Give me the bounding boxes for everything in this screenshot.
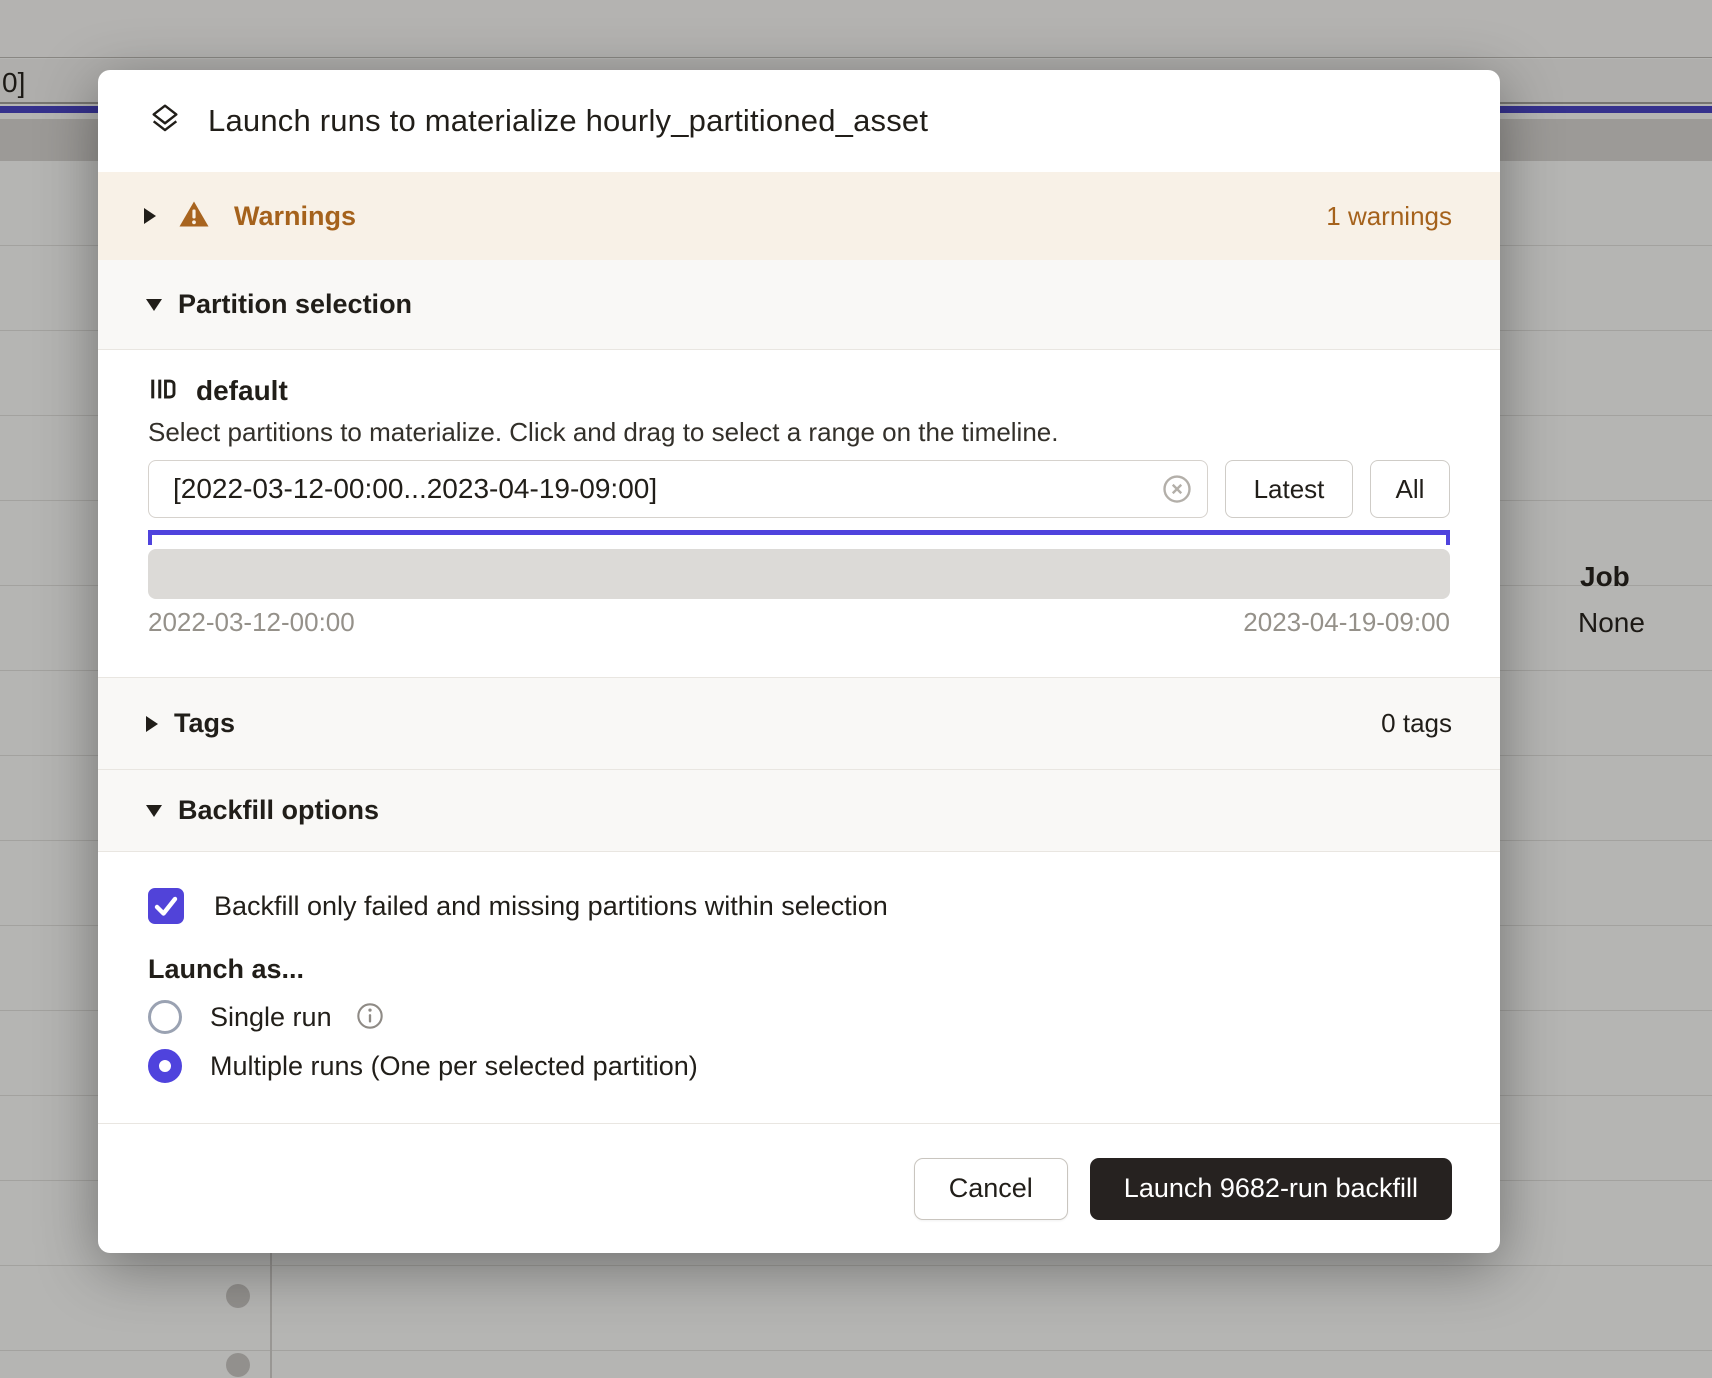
partition-range-input[interactable] bbox=[148, 460, 1208, 518]
tags-section-toggle[interactable]: Tags 0 tags bbox=[98, 677, 1500, 770]
failed-missing-checkbox-row: Backfill only failed and missing partiti… bbox=[148, 888, 1450, 924]
warnings-section-toggle[interactable]: Warnings 1 warnings bbox=[98, 172, 1500, 260]
dialog-header: Launch runs to materialize hourly_partit… bbox=[98, 70, 1500, 172]
materialize-layers-icon bbox=[148, 102, 182, 141]
warnings-count: 1 warnings bbox=[1326, 201, 1452, 232]
partition-range-row: Latest All bbox=[148, 460, 1450, 518]
backfill-options-section-toggle[interactable]: Backfill options bbox=[98, 770, 1500, 852]
timeline-end-label: 2023-04-19-09:00 bbox=[1243, 607, 1450, 637]
dimension-row: default bbox=[148, 374, 1450, 408]
partition-selection-section-toggle[interactable]: Partition selection bbox=[98, 260, 1500, 350]
failed-missing-checkbox[interactable] bbox=[148, 888, 184, 924]
timeline-start-label: 2022-03-12-00:00 bbox=[148, 607, 355, 637]
chevron-right-icon bbox=[146, 716, 158, 732]
warnings-label: Warnings bbox=[234, 201, 356, 232]
backfill-options-body: Backfill only failed and missing partiti… bbox=[98, 852, 1500, 1123]
info-icon[interactable] bbox=[356, 1002, 384, 1033]
clear-selection-icon[interactable] bbox=[1162, 474, 1192, 504]
backfill-options-header: Backfill options bbox=[178, 795, 379, 826]
single-run-label: Single run bbox=[210, 1002, 332, 1033]
multiple-runs-label: Multiple runs (One per selected partitio… bbox=[210, 1051, 698, 1082]
multiple-runs-radio-row: Multiple runs (One per selected partitio… bbox=[148, 1049, 1450, 1083]
chevron-down-icon bbox=[146, 299, 162, 311]
cancel-button[interactable]: Cancel bbox=[914, 1158, 1068, 1220]
failed-missing-checkbox-label: Backfill only failed and missing partiti… bbox=[214, 891, 888, 922]
dialog-footer: Cancel Launch 9682-run backfill bbox=[98, 1123, 1500, 1253]
tags-header: Tags bbox=[174, 708, 235, 739]
dialog-title: Launch runs to materialize hourly_partit… bbox=[208, 103, 928, 139]
chevron-down-icon bbox=[146, 805, 162, 817]
partition-timeline[interactable] bbox=[148, 549, 1450, 599]
multiple-runs-radio[interactable] bbox=[148, 1049, 182, 1083]
launch-backfill-button[interactable]: Launch 9682-run backfill bbox=[1090, 1158, 1452, 1220]
partition-selection-body: default Select partitions to materialize… bbox=[98, 350, 1500, 677]
latest-button[interactable]: Latest bbox=[1225, 460, 1353, 518]
single-run-radio-row: Single run bbox=[148, 1000, 1450, 1034]
timeline-date-labels: 2022-03-12-00:00 2023-04-19-09:00 bbox=[148, 607, 1450, 637]
range-input-wrap bbox=[148, 460, 1208, 518]
single-run-radio[interactable] bbox=[148, 1000, 182, 1034]
partition-dimension-icon bbox=[148, 374, 178, 409]
launch-backfill-dialog: Launch runs to materialize hourly_partit… bbox=[98, 70, 1500, 1253]
launch-as-label: Launch as... bbox=[148, 954, 1450, 984]
timeline-selection-bracket bbox=[148, 530, 1450, 545]
warning-triangle-icon bbox=[178, 200, 210, 233]
dimension-name: default bbox=[196, 375, 288, 407]
partition-instructions: Select partitions to materialize. Click … bbox=[148, 416, 1450, 448]
all-button[interactable]: All bbox=[1370, 460, 1450, 518]
tags-count: 0 tags bbox=[1381, 708, 1452, 739]
partition-selection-header: Partition selection bbox=[178, 289, 412, 320]
chevron-right-icon bbox=[144, 208, 156, 224]
